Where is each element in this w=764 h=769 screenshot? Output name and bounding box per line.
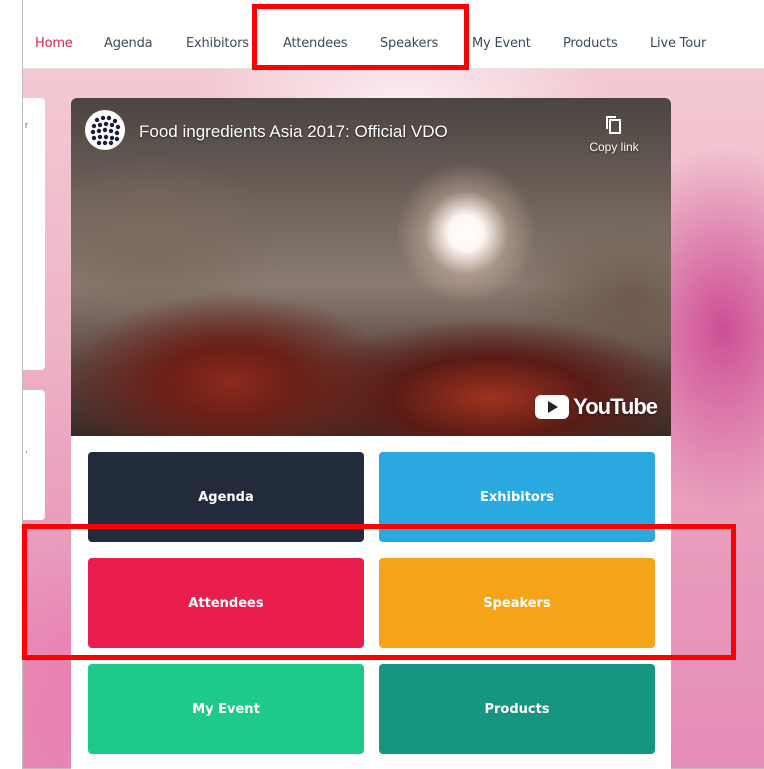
nav-attendees[interactable]: Attendees — [283, 36, 348, 51]
channel-logo[interactable] — [85, 110, 125, 150]
tile-speakers[interactable]: Speakers — [379, 558, 655, 648]
youtube-play-icon — [535, 395, 570, 419]
main-card: Food ingredients Asia 2017: Official VDO… — [71, 98, 671, 769]
page-left-border — [22, 0, 23, 769]
youtube-logo[interactable]: YouTube — [535, 394, 658, 420]
nav-speakers[interactable]: Speakers — [380, 36, 438, 51]
side-panel: r — [23, 98, 45, 370]
top-navigation: Home Agenda Exhibitors Attendees Speaker… — [22, 0, 764, 69]
youtube-wordmark: YouTube — [573, 394, 658, 419]
video-title[interactable]: Food ingredients Asia 2017: Official VDO — [139, 122, 448, 142]
copy-icon — [606, 116, 621, 134]
nav-home[interactable]: Home — [35, 36, 73, 51]
video-player[interactable]: Food ingredients Asia 2017: Official VDO… — [71, 98, 671, 436]
side-panel-marker: , — [25, 444, 28, 454]
side-panel-marker: r — [25, 120, 28, 130]
tile-my-event[interactable]: My Event — [88, 664, 364, 754]
nav-live-tour[interactable]: Live Tour — [650, 36, 706, 51]
tile-products[interactable]: Products — [379, 664, 655, 754]
nav-exhibitors[interactable]: Exhibitors — [186, 36, 249, 51]
tile-attendees[interactable]: Attendees — [88, 558, 364, 648]
copy-link-button[interactable]: Copy link — [579, 114, 649, 154]
nav-agenda[interactable]: Agenda — [104, 36, 153, 51]
side-panel: , — [23, 390, 45, 520]
nav-my-event[interactable]: My Event — [472, 36, 531, 51]
nav-products[interactable]: Products — [563, 36, 618, 51]
copy-link-label: Copy link — [589, 140, 639, 154]
tile-agenda[interactable]: Agenda — [88, 452, 364, 542]
tile-exhibitors[interactable]: Exhibitors — [379, 452, 655, 542]
